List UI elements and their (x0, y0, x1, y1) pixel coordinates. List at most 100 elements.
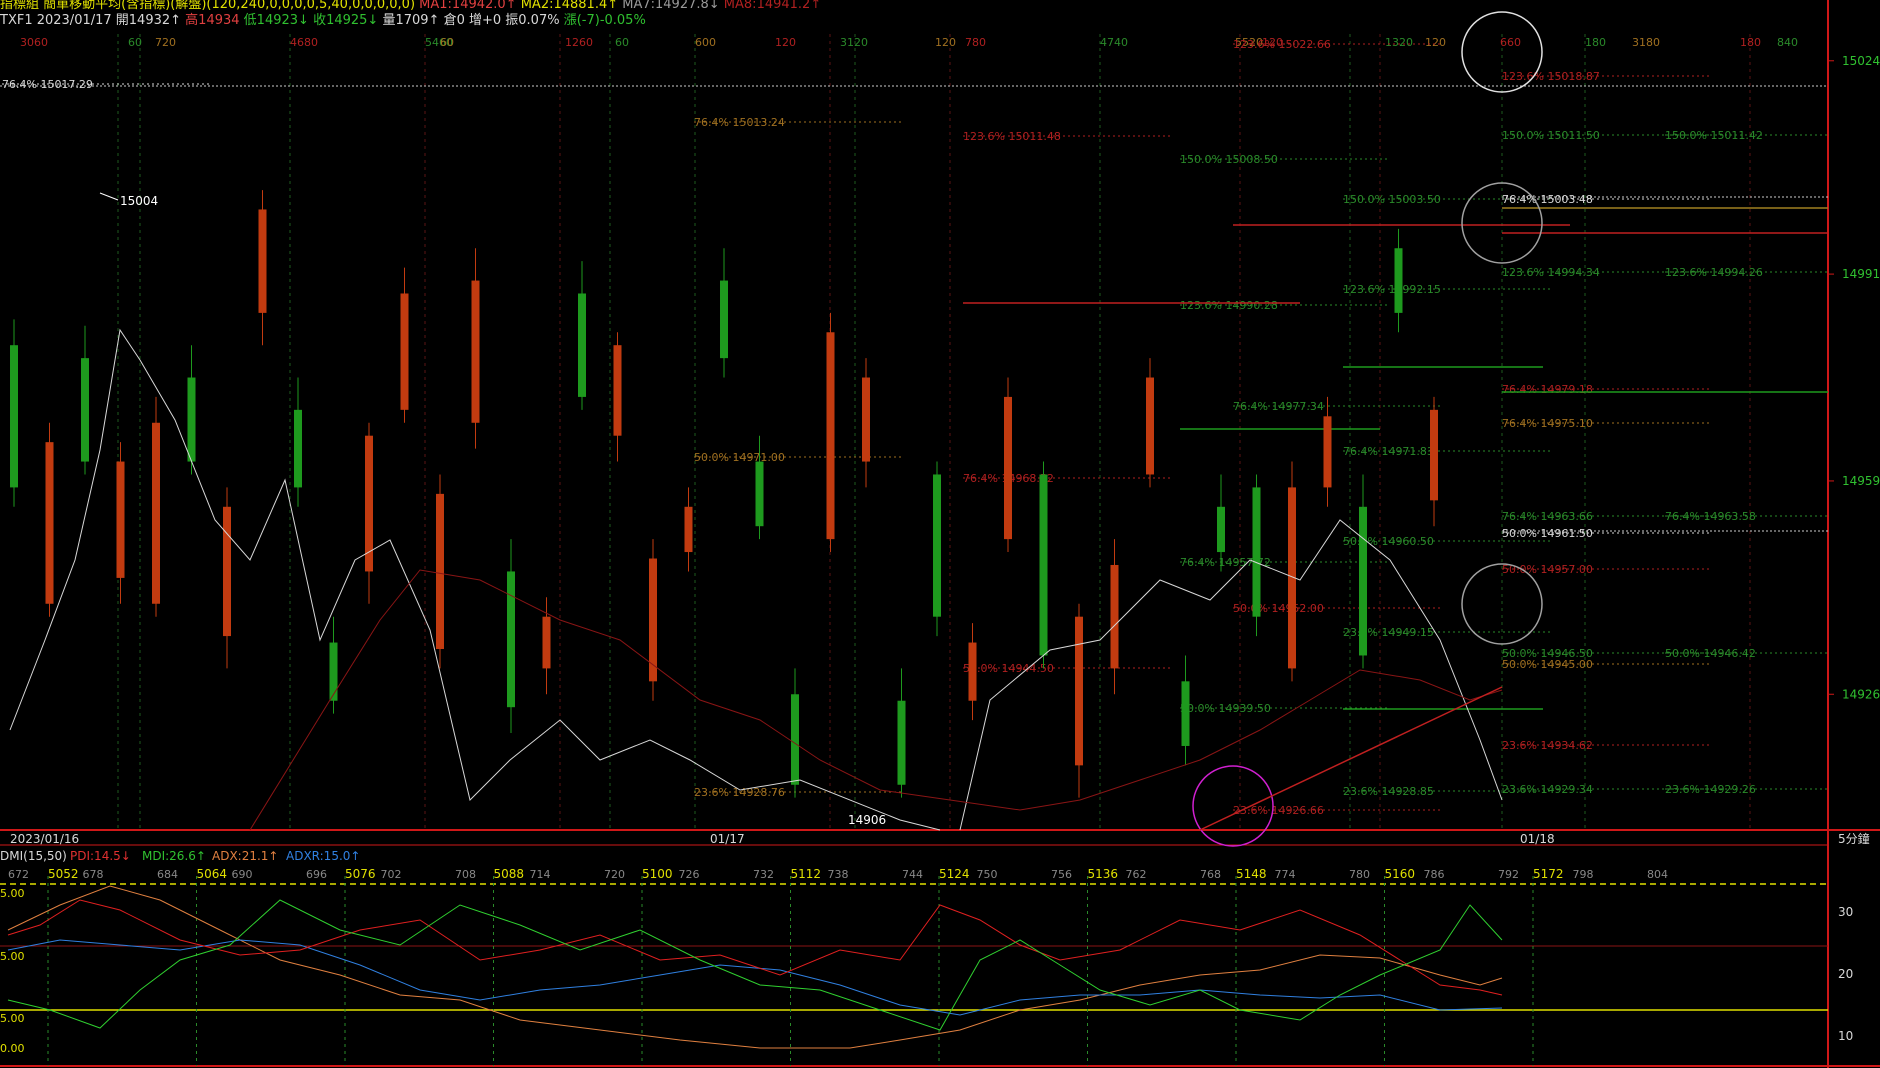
dmi-minor-count: 696 (306, 868, 327, 881)
top-count-label: 1320 (1385, 36, 1413, 49)
fib-label: 23.6% 14934.62 (1502, 739, 1593, 752)
dmi-bar-count: 5088 (494, 867, 525, 881)
top-count-label: 180 (1585, 36, 1606, 49)
top-count-label: 3060 (20, 36, 48, 49)
top-count-label: 120 (775, 36, 796, 49)
dmi-bar-count: 5052 (48, 867, 79, 881)
dmi-axis-label: 30 (1838, 905, 1853, 919)
fib-label: 123.6% 15022.66 (1233, 38, 1331, 51)
fib-label: 50.0% 14945.00 (1502, 658, 1593, 671)
dmi-axis-label: 20 (1838, 967, 1853, 981)
dmi-minor-count: 750 (977, 868, 998, 881)
mdi-label: MDI:26.6↑ (142, 849, 206, 863)
dmi-minor-count: 714 (530, 868, 551, 881)
top-count-label: 780 (965, 36, 986, 49)
candle-down (507, 571, 515, 708)
fib-label: 76.4% 15003.48 (1502, 193, 1593, 206)
time-label: 01/17 (710, 832, 745, 846)
candle-up (1430, 409, 1438, 501)
pdi-line (7, 899, 1503, 996)
dmi-bar-count: 5112 (791, 867, 822, 881)
dmi-bar-count: 5148 (1236, 867, 1267, 881)
top-count-label: 840 (1777, 36, 1798, 49)
dmi-label: DMI(15,50) (0, 849, 67, 863)
candle-up (1075, 616, 1083, 766)
dmi-left-mark: 5.00 (0, 950, 25, 963)
candle-up (365, 435, 373, 572)
candle-down (1181, 681, 1190, 746)
dmi-left-mark: 5.00 (0, 1012, 25, 1025)
price-axis-label: 15024 (1842, 54, 1880, 68)
candle-down (897, 700, 906, 785)
dmi-minor-count: 768 (1200, 868, 1221, 881)
top-count-label: 3120 (840, 36, 868, 49)
top-count-label: 4740 (1100, 36, 1128, 49)
fib-label: 50.0% 14944.50 (963, 662, 1054, 675)
candle-up (152, 422, 160, 604)
dmi-minor-count: 738 (828, 868, 849, 881)
candle-down (294, 409, 302, 488)
fib-label: 50.0% 14952.00 (1233, 602, 1324, 615)
candle-up (471, 280, 480, 423)
dmi-minor-count: 744 (902, 868, 923, 881)
price-chart[interactable]: 150241499114959149263060 60 720 4680 546060 1… (0, 0, 1880, 1068)
price-axis-label: 14926 (1842, 687, 1880, 701)
dmi-minor-count: 678 (83, 868, 104, 881)
fib-label: 123.6% 14990.28 (1180, 299, 1278, 312)
fib-label: 150.0% 15011.50 (1502, 129, 1600, 142)
candle-up (684, 506, 693, 553)
candle-up (436, 493, 444, 650)
dmi-left-mark: 5.00 (0, 887, 25, 900)
fib-label: 50.0% 14957.00 (1502, 563, 1593, 576)
high-mark-label: 15004 (120, 194, 158, 208)
fib-label: 50.0% 14939.50 (1180, 702, 1271, 715)
candle-down (1252, 487, 1261, 617)
candle-up (45, 442, 54, 604)
fib-label: 23.6% 14929.34 (1502, 783, 1593, 796)
fib-label: 150.0% 15011.42 (1665, 129, 1763, 142)
candle-up (1004, 396, 1012, 540)
top-count-label: 180 (1740, 36, 1761, 49)
candle-down (1217, 506, 1225, 553)
top-count-label: 600 (695, 36, 716, 49)
candle-up (1323, 416, 1332, 488)
candle-up (116, 461, 125, 578)
candle-up (862, 377, 870, 462)
fib-label: 76.4% 15017.29 (2, 78, 93, 91)
fib-label: 123.6% 14992.15 (1343, 283, 1441, 296)
top-count-label: 720 (155, 36, 176, 49)
top-count-label: 60 (615, 36, 629, 49)
fib-label: 50.0% 14971.00 (694, 451, 785, 464)
candle-down (755, 461, 764, 527)
dmi-minor-count: 756 (1051, 868, 1072, 881)
fib-label: 50.0% 14946.42 (1665, 647, 1756, 660)
candle-down (1394, 248, 1403, 313)
interval-label: 5分鐘 (1838, 831, 1870, 846)
fib-label: 76.4% 14963.66 (1502, 510, 1593, 523)
fib-label: 23.6% 14929.26 (1665, 783, 1756, 796)
adxr-line (7, 939, 1503, 1016)
top-count-label: 4680 (290, 36, 318, 49)
price-axis-label: 14991 (1842, 267, 1880, 281)
top-count-label: 60 (440, 36, 454, 49)
dmi-minor-count: 720 (604, 868, 625, 881)
fib-label: 123.6% 14994.34 (1502, 266, 1600, 279)
candle-up (223, 506, 231, 637)
fib-label: 76.4% 14979.18 (1502, 383, 1593, 396)
adxr-label: ADXR:15.0↑ (286, 849, 360, 863)
fib-label: 76.4% 14975.10 (1502, 417, 1593, 430)
candle-up (542, 616, 551, 669)
dmi-minor-count: 774 (1275, 868, 1296, 881)
dmi-bar-count: 5124 (939, 867, 970, 881)
candle-down (720, 280, 728, 359)
fib-label: 123.6% 15018.87 (1502, 70, 1600, 83)
chart-window[interactable]: 指標組 簡單移動平均(含指標)(解盤)(120,240,0,0,0,0,5,40… (0, 0, 1880, 1068)
fib-label: 123.6% 14994.26 (1665, 266, 1763, 279)
dmi-minor-count: 726 (679, 868, 700, 881)
candle-down (1039, 474, 1048, 656)
fib-label: 50.0% 14961.50 (1502, 527, 1593, 540)
candle-down (933, 474, 941, 617)
candle-down (578, 293, 586, 397)
top-count-label: 1260 (565, 36, 593, 49)
candle-up (400, 293, 409, 410)
